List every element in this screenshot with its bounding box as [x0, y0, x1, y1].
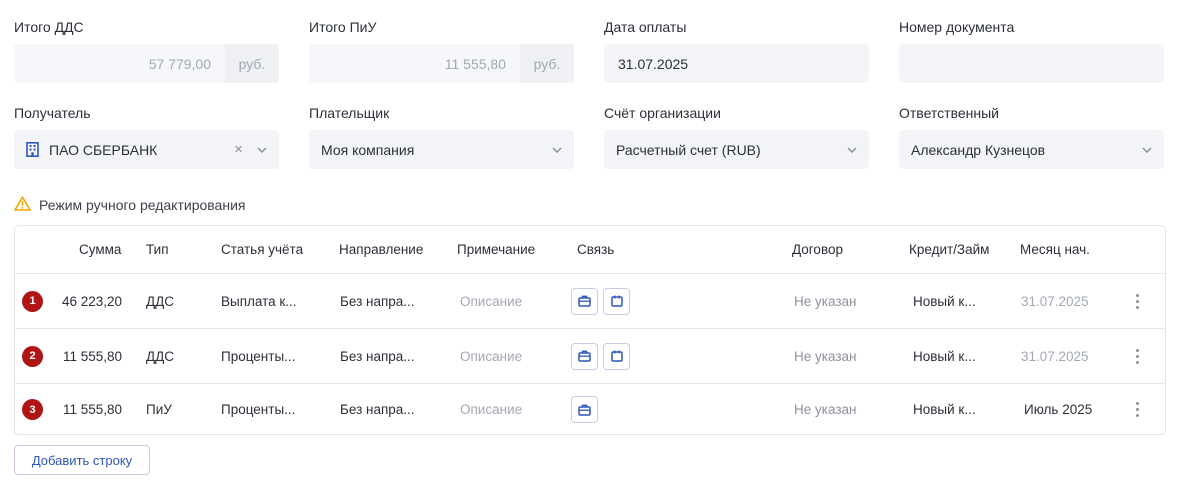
payer-label: Плательщик: [309, 105, 390, 121]
col-article[interactable]: Статья учёта: [221, 226, 303, 274]
chevron-down-icon[interactable]: [847, 145, 857, 155]
parties-row: Получатель ПАО СБЕРБАНК × Плательщик Моя…: [14, 104, 1166, 169]
kebab-menu-icon[interactable]: [1136, 329, 1139, 383]
responsible-label: Ответственный: [899, 105, 999, 121]
briefcase-icon[interactable]: [571, 396, 598, 423]
row-note[interactable]: Описание: [460, 329, 522, 383]
row-contract[interactable]: Не указан: [794, 274, 856, 328]
doc-number-label: Номер документа: [899, 19, 1015, 35]
dds-total-unit: руб.: [225, 44, 279, 83]
row-direction[interactable]: Без напра...: [340, 329, 415, 383]
org-account-select[interactable]: Расчетный счет (RUB): [604, 130, 869, 169]
building-icon: [26, 142, 39, 157]
col-note[interactable]: Примечание: [457, 226, 535, 274]
add-row-button[interactable]: Добавить строку: [14, 445, 150, 475]
warning-text: Режим ручного редактирования: [39, 197, 246, 213]
piu-total-field: Итого ПиУ 11 555,80 руб.: [309, 18, 574, 83]
row-note[interactable]: Описание: [460, 384, 522, 435]
totals-row: Итого ДДС 57 779,00 руб. Итого ПиУ 11 55…: [14, 18, 1166, 83]
row-contract[interactable]: Не указан: [794, 384, 856, 435]
table-row[interactable]: 3 11 555,80 ПиУ Проценты... Без напра...…: [15, 384, 1165, 435]
calendar-icon[interactable]: [603, 287, 630, 315]
row-sum[interactable]: 11 555,80: [55, 329, 122, 383]
payments-table: Сумма Тип Статья учёта Направление Приме…: [14, 225, 1166, 435]
recipient-field: Получатель ПАО СБЕРБАНК ×: [14, 104, 279, 169]
dds-total-label: Итого ДДС: [14, 19, 84, 35]
dds-total-value: 57 779,00: [148, 55, 211, 72]
row-credit[interactable]: Новый к...: [913, 329, 976, 383]
col-credit[interactable]: Кредит/Займ: [909, 226, 989, 274]
row-sum[interactable]: 11 555,80: [55, 384, 122, 435]
payer-field: Плательщик Моя компания: [309, 104, 574, 169]
row-credit[interactable]: Новый к...: [913, 274, 976, 328]
row-number-badge: 1: [22, 290, 43, 312]
col-contract[interactable]: Договор: [792, 226, 843, 274]
piu-total-unit: руб.: [520, 44, 574, 83]
row-links: [571, 274, 635, 328]
row-article[interactable]: Проценты...: [221, 329, 295, 383]
warning-icon: [14, 196, 31, 214]
piu-total-input: 11 555,80 руб.: [309, 44, 574, 83]
table-header: Сумма Тип Статья учёта Направление Приме…: [15, 226, 1165, 274]
piu-total-label: Итого ПиУ: [309, 19, 377, 35]
col-direction[interactable]: Направление: [339, 226, 423, 274]
responsible-value: Александр Кузнецов: [911, 141, 1046, 158]
row-number-badge: 3: [22, 399, 43, 420]
payment-date-value: 31.07.2025: [618, 55, 689, 72]
row-month[interactable]: Июль 2025: [1024, 384, 1092, 435]
org-account-value: Расчетный счет (RUB): [616, 141, 761, 158]
responsible-select[interactable]: Александр Кузнецов: [899, 130, 1164, 169]
table-row[interactable]: 1 46 223,20 ДДС Выплата к... Без напра..…: [15, 274, 1165, 329]
row-direction[interactable]: Без напра...: [340, 274, 415, 328]
row-type[interactable]: ПиУ: [146, 384, 172, 435]
clear-icon[interactable]: ×: [234, 142, 243, 157]
row-type[interactable]: ДДС: [146, 274, 174, 328]
dds-total-field: Итого ДДС 57 779,00 руб.: [14, 18, 279, 83]
dds-total-input: 57 779,00 руб.: [14, 44, 279, 83]
row-number-badge: 2: [22, 345, 43, 367]
kebab-menu-icon[interactable]: [1136, 274, 1139, 328]
row-type[interactable]: ДДС: [146, 329, 174, 383]
row-links: [571, 329, 635, 383]
row-article[interactable]: Проценты...: [221, 384, 295, 435]
calendar-icon[interactable]: [603, 342, 630, 370]
payment-date-label: Дата оплаты: [604, 19, 687, 35]
chevron-down-icon[interactable]: [1142, 145, 1152, 155]
kebab-menu-icon[interactable]: [1136, 384, 1139, 435]
piu-total-value: 11 555,80: [444, 55, 506, 72]
recipient-value: ПАО СБЕРБАНК: [49, 141, 158, 158]
chevron-down-icon[interactable]: [552, 145, 562, 155]
payment-date-field: Дата оплаты 31.07.2025: [604, 18, 869, 83]
payer-value: Моя компания: [321, 141, 415, 158]
row-links: [571, 384, 603, 435]
doc-number-field: Номер документа: [899, 18, 1164, 83]
row-credit[interactable]: Новый к...: [913, 384, 976, 435]
recipient-select[interactable]: ПАО СБЕРБАНК ×: [14, 130, 279, 169]
responsible-field: Ответственный Александр Кузнецов: [899, 104, 1164, 169]
row-month[interactable]: 31.07.2025: [1021, 274, 1089, 328]
col-type[interactable]: Тип: [146, 226, 169, 274]
col-link[interactable]: Связь: [577, 226, 614, 274]
table-row[interactable]: 2 11 555,80 ДДС Проценты... Без напра...…: [15, 329, 1165, 384]
org-account-label: Счёт организации: [604, 105, 721, 121]
recipient-label: Получатель: [14, 105, 91, 121]
row-direction[interactable]: Без напра...: [340, 384, 415, 435]
col-sum[interactable]: Сумма: [79, 226, 121, 274]
briefcase-icon[interactable]: [571, 342, 598, 370]
briefcase-icon[interactable]: [571, 287, 598, 315]
doc-number-input[interactable]: [899, 44, 1164, 83]
chevron-down-icon[interactable]: [257, 145, 267, 155]
org-account-field: Счёт организации Расчетный счет (RUB): [604, 104, 869, 169]
row-note[interactable]: Описание: [460, 274, 522, 328]
row-contract[interactable]: Не указан: [794, 329, 856, 383]
payment-date-input[interactable]: 31.07.2025: [604, 44, 869, 83]
row-article[interactable]: Выплата к...: [221, 274, 297, 328]
col-month[interactable]: Месяц нач.: [1020, 226, 1090, 274]
row-sum[interactable]: 46 223,20: [55, 274, 122, 328]
payer-select[interactable]: Моя компания: [309, 130, 574, 169]
manual-edit-warning: Режим ручного редактирования: [14, 196, 245, 214]
row-month[interactable]: 31.07.2025: [1021, 329, 1089, 383]
